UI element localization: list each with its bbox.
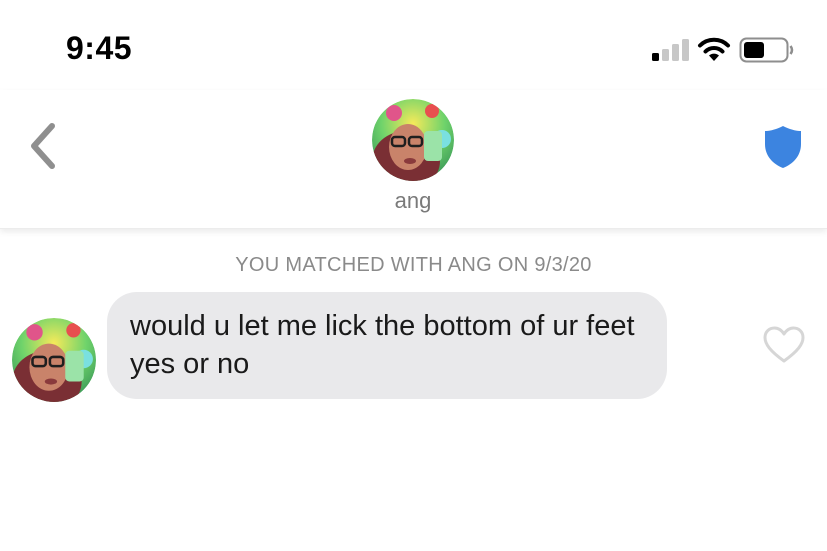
message-bubble[interactable]: would u let me lick the bottom of ur fee… bbox=[107, 292, 667, 399]
avatar-photo bbox=[372, 99, 454, 181]
match-name[interactable]: ang bbox=[313, 188, 513, 214]
cellular-signal-icon bbox=[652, 39, 689, 61]
heart-outline-icon bbox=[763, 326, 805, 363]
avatar-photo bbox=[12, 318, 96, 402]
safety-shield-button[interactable] bbox=[762, 124, 804, 170]
status-time: 9:45 bbox=[66, 30, 133, 66]
like-message-button[interactable] bbox=[762, 325, 806, 365]
battery-icon bbox=[739, 37, 794, 63]
status-bar: 9:45 bbox=[0, 0, 827, 90]
message-sender-avatar[interactable] bbox=[12, 318, 96, 402]
back-button[interactable] bbox=[22, 120, 62, 172]
wifi-icon bbox=[698, 37, 730, 61]
chat-screen: 9:45 ang YOU MATCHED WITH ANG ON 9/3/20 … bbox=[0, 0, 827, 551]
match-avatar[interactable] bbox=[372, 99, 454, 181]
message-text: would u let me lick the bottom of ur fee… bbox=[130, 310, 635, 380]
match-date-notice: YOU MATCHED WITH ANG ON 9/3/20 bbox=[235, 254, 592, 276]
chat-header: ang bbox=[0, 90, 827, 229]
